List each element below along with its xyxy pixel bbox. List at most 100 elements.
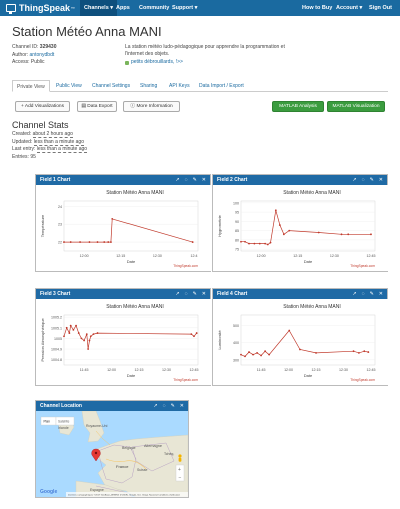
open-external-icon[interactable]: ↗ bbox=[352, 175, 356, 185]
field-4-xtick-label: 12:00 bbox=[284, 368, 293, 372]
field-3-data-point bbox=[193, 335, 195, 338]
zoom-control[interactable]: + − bbox=[175, 464, 185, 482]
field-3-data-point bbox=[72, 328, 75, 331]
more-information-button[interactable]: ⓘ More Information bbox=[123, 101, 180, 112]
field-2-chart: Station Météo Anna MANI 75 80 85 90 95 100 12:0… bbox=[213, 185, 388, 271]
edit-icon[interactable]: ✎ bbox=[370, 289, 374, 299]
map-image[interactable]: Irlande Royaume-Uni Belgique Allemagne T… bbox=[36, 411, 188, 497]
comment-icon[interactable]: ◌ bbox=[185, 175, 188, 185]
field-3-chart-panel: Field 3 Chart ↗ ◌ ✎ ✕ Station Météo Anna MANI… bbox=[35, 288, 211, 386]
field-1-chart-title: Station Météo Anna MANI bbox=[106, 190, 164, 196]
nav-sign-out[interactable]: Sign Out bbox=[369, 0, 392, 16]
field-4-ytick-label: 500 bbox=[233, 324, 239, 328]
nav-account[interactable]: Account ▾ bbox=[336, 0, 362, 16]
field-3-data-point bbox=[80, 337, 83, 340]
field-1-ytick-label: 24 bbox=[58, 205, 62, 209]
more-information-label: More Information bbox=[136, 104, 173, 109]
edit-icon[interactable]: ✎ bbox=[193, 175, 197, 185]
brand-logo[interactable]: ThingSpeak ™ bbox=[6, 2, 75, 14]
tab-api-keys[interactable]: API Keys bbox=[165, 80, 194, 92]
field-4-data-point bbox=[288, 329, 291, 332]
edit-icon[interactable]: ✎ bbox=[193, 289, 197, 299]
close-icon[interactable]: ✕ bbox=[202, 289, 206, 299]
field-1-xaxis-label: Date bbox=[127, 259, 136, 264]
comment-icon[interactable]: ◌ bbox=[362, 175, 365, 185]
tag-icon bbox=[125, 60, 129, 65]
tab-data-import-export[interactable]: Data Import / Export bbox=[195, 80, 248, 92]
close-icon[interactable]: ✕ bbox=[202, 175, 206, 185]
zoom-in-icon[interactable]: + bbox=[178, 467, 181, 473]
tab-public-view[interactable]: Public View bbox=[52, 80, 86, 92]
google-logo: Google bbox=[40, 489, 57, 495]
tab-channel-settings[interactable]: Channel Settings bbox=[88, 80, 134, 92]
field-4-ytick-label: 300 bbox=[233, 358, 239, 362]
field-2-xtick-label: 12:15 bbox=[293, 254, 302, 258]
nav-community[interactable]: Community bbox=[139, 0, 169, 16]
author-link[interactable]: antonydbdt bbox=[30, 52, 55, 58]
field-2-data-point bbox=[347, 233, 350, 236]
map-label-germany: Allemagne bbox=[144, 444, 162, 448]
field-1-panel-header: Field 1 Chart ↗ ◌ ✎ ✕ bbox=[36, 175, 210, 185]
open-external-icon[interactable]: ↗ bbox=[153, 401, 157, 411]
tab-sharing[interactable]: Sharing bbox=[136, 80, 161, 92]
map-type-control[interactable]: Plan Satellite bbox=[40, 416, 75, 426]
field-2-yaxis-label: Hygrométrie bbox=[217, 214, 222, 237]
top-navbar: ThingSpeak ™ Channels ▾ Apps Community Su… bbox=[0, 0, 400, 16]
close-icon[interactable]: ✕ bbox=[180, 401, 184, 411]
location-panel-header: Channel Location ↗ ◌ ✎ ✕ bbox=[36, 401, 188, 411]
nav-how-to-buy[interactable]: How to Buy bbox=[302, 0, 332, 16]
tag-link[interactable]: petits débrouillards, !>> bbox=[125, 59, 183, 66]
zoom-out-icon[interactable]: − bbox=[179, 475, 182, 481]
field-3-data-point bbox=[69, 324, 72, 327]
field-4-xaxis-label: Date bbox=[304, 373, 313, 378]
field-4-data-point bbox=[248, 351, 250, 353]
add-visualizations-button[interactable]: + Add Visualizations bbox=[15, 101, 70, 112]
field-2-ytick-label: 75 bbox=[235, 248, 239, 252]
channel-id: 329430 bbox=[39, 44, 57, 50]
data-export-button[interactable]: ▤ Data Export bbox=[77, 101, 117, 112]
field-3-panel-title: Field 3 Chart bbox=[40, 291, 71, 297]
field-2-panel-header: Field 2 Chart ↗ ◌ ✎ ✕ bbox=[213, 175, 387, 185]
map-button[interactable]: Plan bbox=[44, 420, 51, 424]
nav-apps[interactable]: Apps bbox=[116, 0, 130, 16]
page-title: Station Météo Anna MANI bbox=[12, 24, 162, 39]
comment-icon[interactable]: ◌ bbox=[362, 289, 365, 299]
location-map[interactable]: Irlande Royaume-Uni Belgique Allemagne T… bbox=[36, 411, 188, 497]
close-icon[interactable]: ✕ bbox=[379, 289, 383, 299]
nav-support[interactable]: Support ▾ bbox=[172, 0, 197, 16]
last-entry-value: less than a minute ago bbox=[36, 146, 88, 153]
field-3-data-point bbox=[96, 332, 99, 334]
field-4-panel-icons: ↗ ◌ ✎ ✕ bbox=[352, 289, 383, 299]
matlab-analysis-button[interactable]: MATLAB Analysis bbox=[272, 101, 324, 112]
field-4-panel-title: Field 4 Chart bbox=[217, 291, 248, 297]
location-panel-icons: ↗ ◌ ✎ ✕ bbox=[153, 401, 184, 411]
comment-icon[interactable]: ◌ bbox=[163, 401, 166, 411]
edit-icon[interactable]: ✎ bbox=[370, 175, 374, 185]
field-4-chart-panel: Field 4 Chart ↗ ◌ ✎ ✕ Station Météo Anna MANI… bbox=[212, 288, 388, 386]
updated-label: Updated: bbox=[12, 138, 33, 145]
edit-icon[interactable]: ✎ bbox=[171, 401, 175, 411]
field-3-data-point bbox=[92, 333, 95, 336]
field-4-chart-title: Station Météo Anna MANI bbox=[283, 304, 341, 310]
open-external-icon[interactable]: ↗ bbox=[352, 289, 356, 299]
field-4-data-point bbox=[315, 352, 317, 354]
field-2-data-point bbox=[264, 242, 267, 245]
open-external-icon[interactable]: ↗ bbox=[175, 289, 179, 299]
comment-icon[interactable]: ◌ bbox=[185, 289, 188, 299]
matlab-visualization-button[interactable]: MATLAB Visualization bbox=[327, 101, 385, 112]
nav-channels[interactable]: Channels ▾ bbox=[80, 0, 118, 16]
tab-private-view[interactable]: Private View bbox=[12, 80, 50, 92]
field-4-data-point bbox=[367, 351, 370, 353]
open-external-icon[interactable]: ↗ bbox=[175, 175, 179, 185]
brand-name: ThingSpeak bbox=[19, 3, 71, 13]
satellite-button[interactable]: Satellite bbox=[58, 420, 70, 424]
field-4-data-point bbox=[244, 355, 246, 358]
field-4-data-point bbox=[264, 350, 267, 353]
field-2-credit: ThingSpeak.com bbox=[350, 264, 375, 268]
field-2-data-point bbox=[340, 233, 343, 236]
field-3-data-point bbox=[75, 324, 77, 327]
field-2-data-point bbox=[244, 240, 246, 243]
map-label-ireland: Irlande bbox=[58, 426, 69, 430]
field-2-data-point bbox=[258, 242, 261, 245]
close-icon[interactable]: ✕ bbox=[379, 175, 383, 185]
